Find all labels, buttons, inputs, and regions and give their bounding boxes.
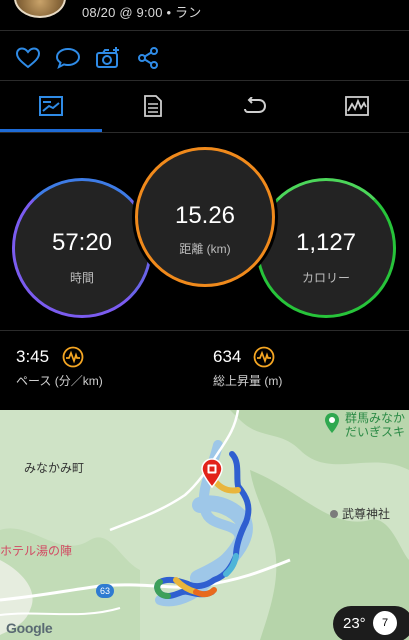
weather-widget[interactable]: 23° 7 <box>333 606 409 640</box>
shrine-label: 武尊神社 <box>342 507 391 521</box>
details-icon <box>144 95 162 117</box>
share-icon <box>138 47 158 69</box>
pace-value: 3:45 <box>16 347 50 366</box>
tab-laps[interactable] <box>204 82 306 130</box>
time-label: 時間 <box>69 271 94 285</box>
pace-label: ペース (分／km) <box>16 374 103 388</box>
tab-details[interactable] <box>102 82 204 130</box>
shrine-marker <box>329 506 339 524</box>
activity-date-type: 08/20 @ 9:00 • ラン <box>82 5 202 20</box>
tab-overview[interactable] <box>0 82 102 130</box>
weather-temperature: 23° <box>343 615 366 632</box>
pulse-chart-icon <box>253 346 275 368</box>
share-button[interactable] <box>134 44 162 72</box>
route-number-badge: 63 <box>96 584 114 598</box>
elevation-value: 634 <box>213 347 242 366</box>
calories-label: カロリー <box>301 271 350 285</box>
comment-button[interactable] <box>54 44 82 72</box>
divider <box>0 132 409 133</box>
tab-charts[interactable] <box>306 82 408 130</box>
weather-badge: 7 <box>373 611 397 635</box>
elevation-label: 総上昇量 (m) <box>213 374 283 388</box>
pulse-chart-icon <box>62 346 84 368</box>
start-pin[interactable] <box>200 458 224 493</box>
avatar[interactable] <box>14 0 66 18</box>
elevation-chart-icon[interactable] <box>253 346 275 373</box>
shrine-dot-icon <box>330 510 338 518</box>
town-label: みなかみ町 <box>24 461 85 475</box>
comment-icon <box>55 47 81 70</box>
calories-ring: 1,127 カロリー <box>256 178 396 318</box>
overview-icon <box>39 96 63 116</box>
distance-label: 距離 (km) <box>179 242 231 256</box>
route-map[interactable]: 群馬みなか だいぎスキ みなかみ町 ホテル湯の陣 武尊神社 63 Google … <box>0 410 409 640</box>
time-ring: 57:20 時間 <box>12 178 152 318</box>
distance-ring: 15.26 距離 (km) <box>135 147 275 287</box>
heart-icon <box>15 47 41 69</box>
time-value: 57:20 <box>51 229 113 256</box>
poi-marker[interactable] <box>324 412 340 439</box>
laps-icon <box>244 97 267 113</box>
map-pin-icon <box>201 458 223 489</box>
camera-plus-icon <box>96 47 119 68</box>
divider <box>0 80 409 81</box>
poi-label-line-2: だいぎスキ <box>345 425 406 439</box>
poi-label-line-1: 群馬みなか <box>345 411 406 425</box>
charts-icon <box>345 96 369 116</box>
like-button[interactable] <box>14 44 42 72</box>
calories-value: 1,127 <box>295 229 357 256</box>
add-photo-button[interactable] <box>94 44 122 72</box>
distance-value: 15.26 <box>174 202 236 229</box>
place-pin-icon <box>325 413 339 433</box>
pace-chart-icon[interactable] <box>62 346 84 373</box>
hotel-label: ホテル湯の陣 <box>0 544 73 558</box>
divider <box>0 30 409 31</box>
poi-label-top: 群馬みなか だいぎスキ <box>345 411 405 439</box>
google-logo: Google <box>6 620 53 636</box>
divider <box>0 330 409 331</box>
